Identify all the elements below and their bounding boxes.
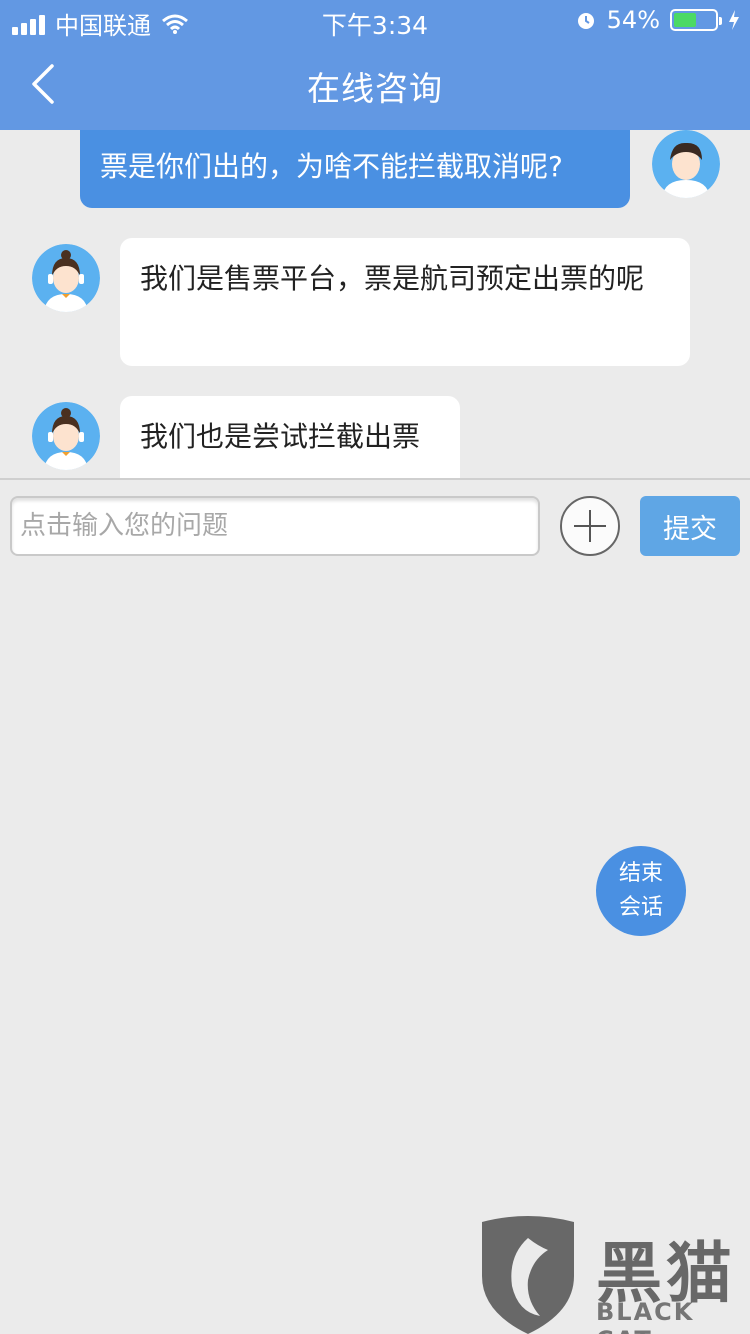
submit-button[interactable]: 提交: [640, 496, 740, 556]
black-cat-watermark: 黑猫 BLACK CAT: [478, 1216, 750, 1334]
charging-icon: [729, 10, 739, 30]
app-header: 中国联通 下午3:34 54% 在线咨询: [0, 0, 750, 130]
agent-avatar: [32, 244, 100, 312]
battery-fill: [674, 13, 696, 27]
nav-bar: 在线咨询: [0, 40, 750, 130]
alarm-icon: [577, 13, 594, 29]
add-attachment-button[interactable]: [560, 496, 620, 556]
status-bar: 中国联通 下午3:34 54%: [0, 0, 750, 40]
agent-avatar-icon: [32, 402, 100, 470]
message-bubble-agent: 我们是售票平台，票是航司预定出票的呢: [120, 238, 690, 366]
user-avatar: [652, 130, 720, 198]
user-avatar-icon: [652, 130, 720, 198]
end-session-label-line2: 会话: [618, 895, 663, 920]
status-right: 54%: [575, 6, 740, 34]
agent-avatar: [32, 402, 100, 470]
message-bubble-agent: 我们也是尝试拦截出票: [120, 396, 460, 478]
agent-avatar-icon: [32, 244, 100, 312]
message-bubble-user: 票是你们出的，为啥不能拦截取消呢?: [80, 130, 630, 208]
divider: [0, 478, 750, 480]
submit-label: 提交: [663, 513, 717, 545]
end-session-button[interactable]: 结束 会话: [596, 846, 686, 936]
question-input[interactable]: [10, 496, 540, 556]
message-text: 我们是售票平台，票是航司预定出票的呢: [140, 262, 645, 295]
chat-area[interactable]: 票是你们出的，为啥不能拦截取消呢? 我们是售票平台，票是航司预定出票的呢 我们也…: [0, 130, 750, 478]
message-text: 票是你们出的，为啥不能拦截取消呢?: [100, 150, 563, 183]
battery-icon: [670, 9, 722, 31]
watermark-text-en: BLACK CAT: [596, 1298, 695, 1334]
page-title: 在线咨询: [307, 69, 443, 108]
battery-percent: 54%: [606, 6, 660, 34]
end-session-label-line1: 结束: [618, 861, 663, 886]
cat-shield-logo-icon: [482, 1216, 574, 1334]
message-text: 我们也是尝试拦截出票: [140, 420, 421, 453]
